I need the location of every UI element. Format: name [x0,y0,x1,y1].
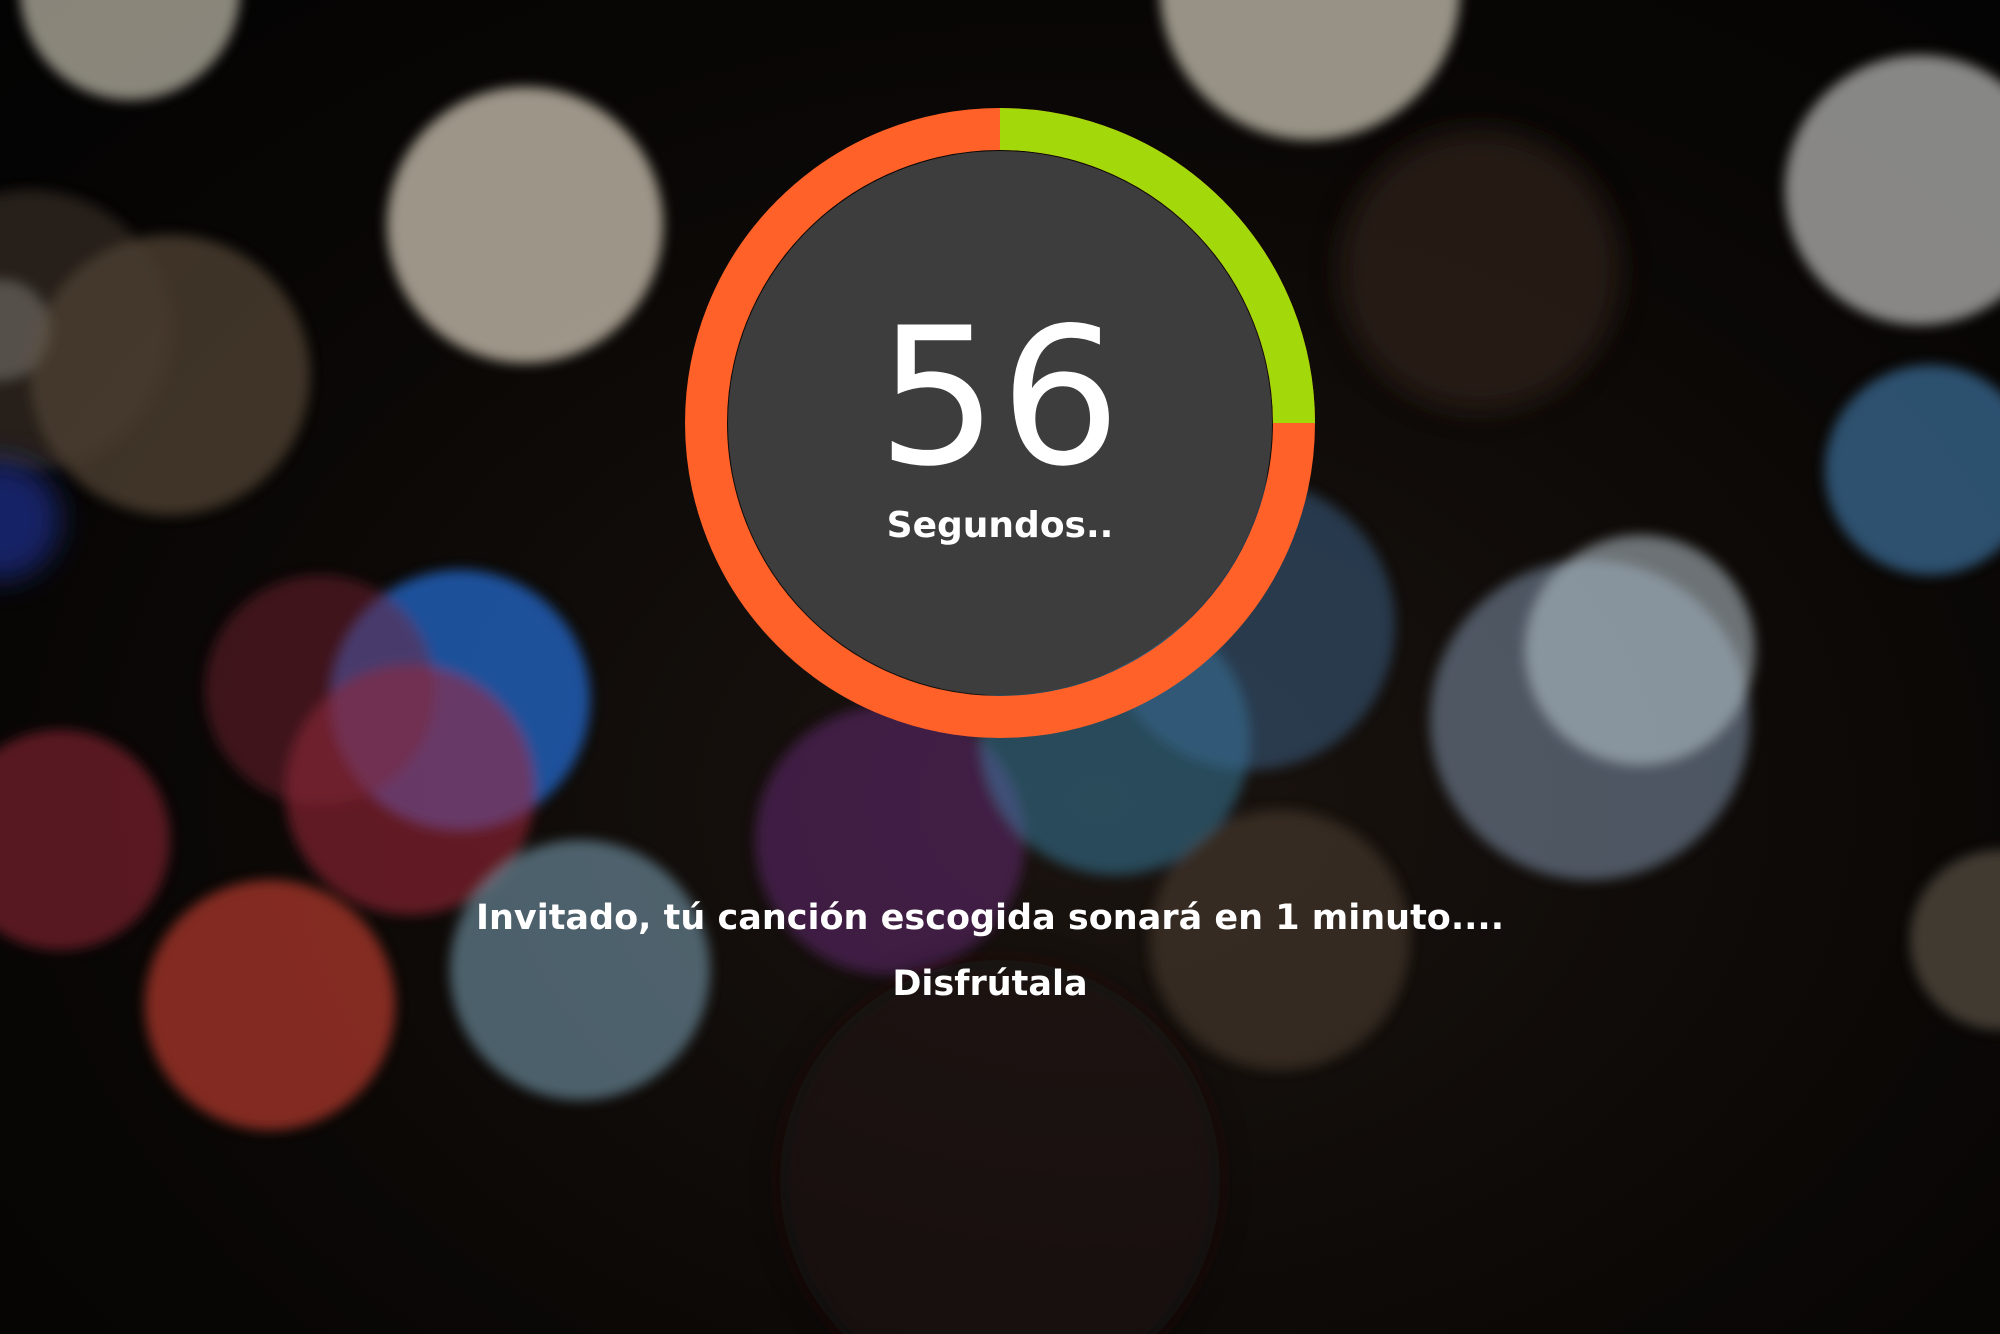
song-message-line: Invitado, tú canción escogida sonará en … [475,898,1505,938]
song-message-cta: Disfrútala [892,964,1088,1004]
countdown-number: 56 [877,287,1123,508]
countdown-unit-label: Segundos.. [886,505,1114,546]
countdown-timer: 56 Segundos.. [685,108,1315,738]
song-message: Invitado, tú canción escogida sonará en … [0,885,1980,1017]
countdown-screen: 56 Segundos.. Invitado, tú canción escog… [0,0,2000,1334]
